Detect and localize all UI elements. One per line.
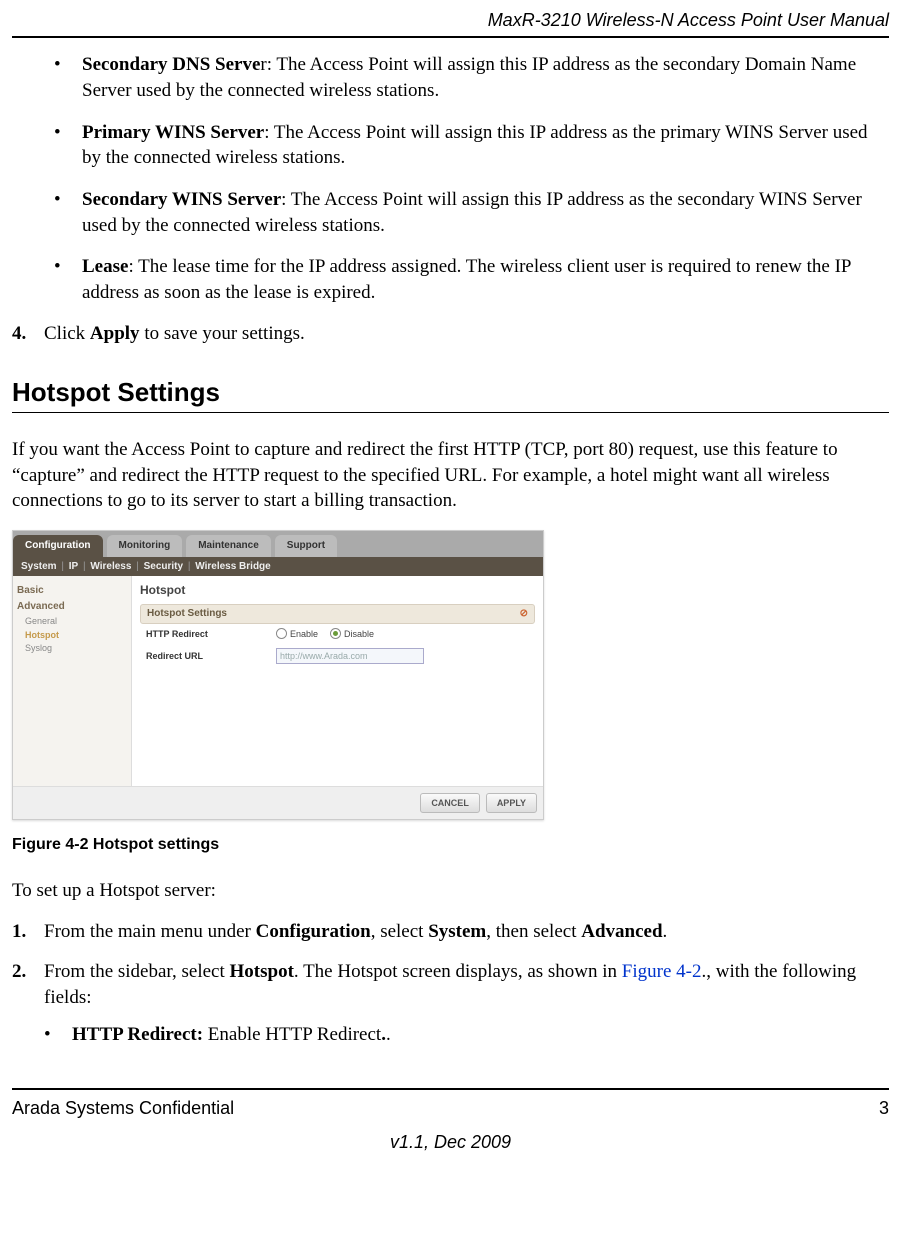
step-body: From the main menu under Configuration, … bbox=[44, 919, 889, 945]
bullet-body: Lease: The lease time for the IP address… bbox=[82, 254, 889, 305]
subnav-wireless[interactable]: Wireless bbox=[90, 561, 131, 572]
step-number: 1. bbox=[12, 919, 44, 945]
radio-label: Disable bbox=[344, 628, 374, 640]
term: Lease bbox=[82, 256, 128, 277]
sep: | bbox=[188, 561, 193, 572]
text: . bbox=[386, 1024, 391, 1045]
cancel-button[interactable]: CANCEL bbox=[420, 793, 480, 813]
subnav-system[interactable]: System bbox=[21, 561, 57, 572]
bullet-marker: • bbox=[54, 52, 82, 103]
subnav-security[interactable]: Security bbox=[144, 561, 183, 572]
step-body: From the sidebar, select Hotspot. The Ho… bbox=[44, 959, 889, 1064]
section-heading: Hotspot Settings bbox=[12, 375, 889, 410]
sidebar-item-syslog[interactable]: Syslog bbox=[25, 642, 127, 656]
figure-caption: Figure 4-2 Hotspot settings bbox=[12, 834, 889, 856]
footer-version: v1.1, Dec 2009 bbox=[12, 1130, 889, 1154]
sidebar-advanced[interactable]: Advanced bbox=[17, 600, 127, 614]
text: From the sidebar, select bbox=[44, 961, 230, 982]
bullet-body: Secondary DNS Server: The Access Point w… bbox=[82, 52, 889, 103]
bullet-marker: • bbox=[44, 1022, 72, 1048]
footer: Arada Systems Confidential 3 bbox=[12, 1088, 889, 1120]
step-number: 4. bbox=[12, 321, 44, 347]
bullet-marker: • bbox=[54, 254, 82, 305]
text: Enable HTTP Redirect bbox=[208, 1024, 381, 1045]
apply-word: Apply bbox=[90, 323, 140, 344]
hotspot-screenshot: Configuration Monitoring Maintenance Sup… bbox=[12, 530, 544, 820]
definition-bullets: • Secondary DNS Server: The Access Point… bbox=[54, 52, 889, 305]
button-bar: CANCEL APPLY bbox=[13, 786, 543, 819]
label-redirect-url: Redirect URL bbox=[146, 650, 276, 662]
bold: Configuration bbox=[256, 921, 371, 942]
text: . The Hotspot screen displays, as shown … bbox=[294, 961, 622, 982]
row-redirect-url: Redirect URL http://www.Arada.com bbox=[140, 644, 535, 668]
step-body: Click Apply to save your settings. bbox=[44, 321, 889, 347]
sep: | bbox=[83, 561, 88, 572]
figure-link[interactable]: Figure 4-2 bbox=[622, 961, 702, 982]
tab-support[interactable]: Support bbox=[275, 535, 337, 557]
tab-monitoring[interactable]: Monitoring bbox=[107, 535, 183, 557]
page-number: 3 bbox=[879, 1096, 889, 1120]
help-icon[interactable]: ⊘ bbox=[520, 607, 528, 621]
radio-enable[interactable]: Enable bbox=[276, 628, 318, 640]
panel-header-label: Hotspot Settings bbox=[147, 607, 227, 621]
bullet-item: • Primary WINS Server: The Access Point … bbox=[54, 120, 889, 171]
bullet-body: Secondary WINS Server: The Access Point … bbox=[82, 187, 889, 238]
panel-header: Hotspot Settings ⊘ bbox=[140, 604, 535, 624]
tab-maintenance[interactable]: Maintenance bbox=[186, 535, 271, 557]
bullet-marker: • bbox=[54, 187, 82, 238]
sidebar-basic[interactable]: Basic bbox=[17, 584, 127, 598]
subnav-wireless-bridge[interactable]: Wireless Bridge bbox=[195, 561, 271, 572]
radio-icon bbox=[330, 628, 341, 639]
bold: HTTP Redirect: bbox=[72, 1024, 208, 1045]
term: Secondary DNS Serve bbox=[82, 54, 260, 75]
radio-disable[interactable]: Disable bbox=[330, 628, 374, 640]
sidebar-item-general[interactable]: General bbox=[25, 615, 127, 629]
bold: Hotspot bbox=[230, 961, 294, 982]
bullet-item: • Secondary DNS Server: The Access Point… bbox=[54, 52, 889, 103]
lead-sentence: To set up a Hotspot server: bbox=[12, 878, 889, 904]
term: Primary WINS Server bbox=[82, 122, 264, 143]
bold: System bbox=[428, 921, 486, 942]
numbered-step: 4. Click Apply to save your settings. bbox=[12, 321, 889, 347]
text: . bbox=[663, 921, 668, 942]
bullet-item: • Secondary WINS Server: The Access Poin… bbox=[54, 187, 889, 238]
step-number: 2. bbox=[12, 959, 44, 1064]
bold: Advanced bbox=[581, 921, 662, 942]
radio-icon bbox=[276, 628, 287, 639]
sub-nav: System | IP | Wireless | Security | Wire… bbox=[13, 557, 543, 577]
panel: Hotspot Hotspot Settings ⊘ HTTP Redirect… bbox=[132, 576, 543, 786]
running-header: MaxR-3210 Wireless-N Access Point User M… bbox=[12, 8, 889, 32]
panel-title: Hotspot bbox=[140, 582, 535, 598]
header-rule bbox=[12, 36, 889, 38]
sep: | bbox=[136, 561, 141, 572]
text: Click bbox=[44, 323, 90, 344]
section-rule bbox=[12, 412, 889, 413]
text: From the main menu under bbox=[44, 921, 256, 942]
radio-label: Enable bbox=[290, 628, 318, 640]
tab-configuration[interactable]: Configuration bbox=[13, 535, 103, 557]
top-tabs: Configuration Monitoring Maintenance Sup… bbox=[13, 531, 543, 557]
desc: : The lease time for the IP address assi… bbox=[82, 256, 851, 303]
subnav-ip[interactable]: IP bbox=[69, 561, 78, 572]
sidebar: Basic Advanced General Hotspot Syslog bbox=[13, 576, 132, 786]
label-http-redirect: HTTP Redirect bbox=[146, 628, 276, 640]
row-http-redirect: HTTP Redirect Enable Disable bbox=[140, 624, 535, 644]
apply-button[interactable]: APPLY bbox=[486, 793, 537, 813]
bullet-body: HTTP Redirect: Enable HTTP Redirect.. bbox=[72, 1022, 889, 1048]
text: , then select bbox=[486, 921, 581, 942]
sep: | bbox=[61, 561, 66, 572]
text: to save your settings. bbox=[140, 323, 305, 344]
bullet-body: Primary WINS Server: The Access Point wi… bbox=[82, 120, 889, 171]
text: , select bbox=[371, 921, 429, 942]
term: Secondary WINS Server bbox=[82, 189, 281, 210]
setup-steps: 1. From the main menu under Configuratio… bbox=[12, 919, 889, 1064]
bullet-item: • Lease: The lease time for the IP addre… bbox=[54, 254, 889, 305]
bullet-marker: • bbox=[54, 120, 82, 171]
footer-left: Arada Systems Confidential bbox=[12, 1096, 234, 1120]
redirect-url-input[interactable]: http://www.Arada.com bbox=[276, 648, 424, 664]
sidebar-item-hotspot[interactable]: Hotspot bbox=[25, 629, 127, 643]
intro-paragraph: If you want the Access Point to capture … bbox=[12, 437, 889, 514]
